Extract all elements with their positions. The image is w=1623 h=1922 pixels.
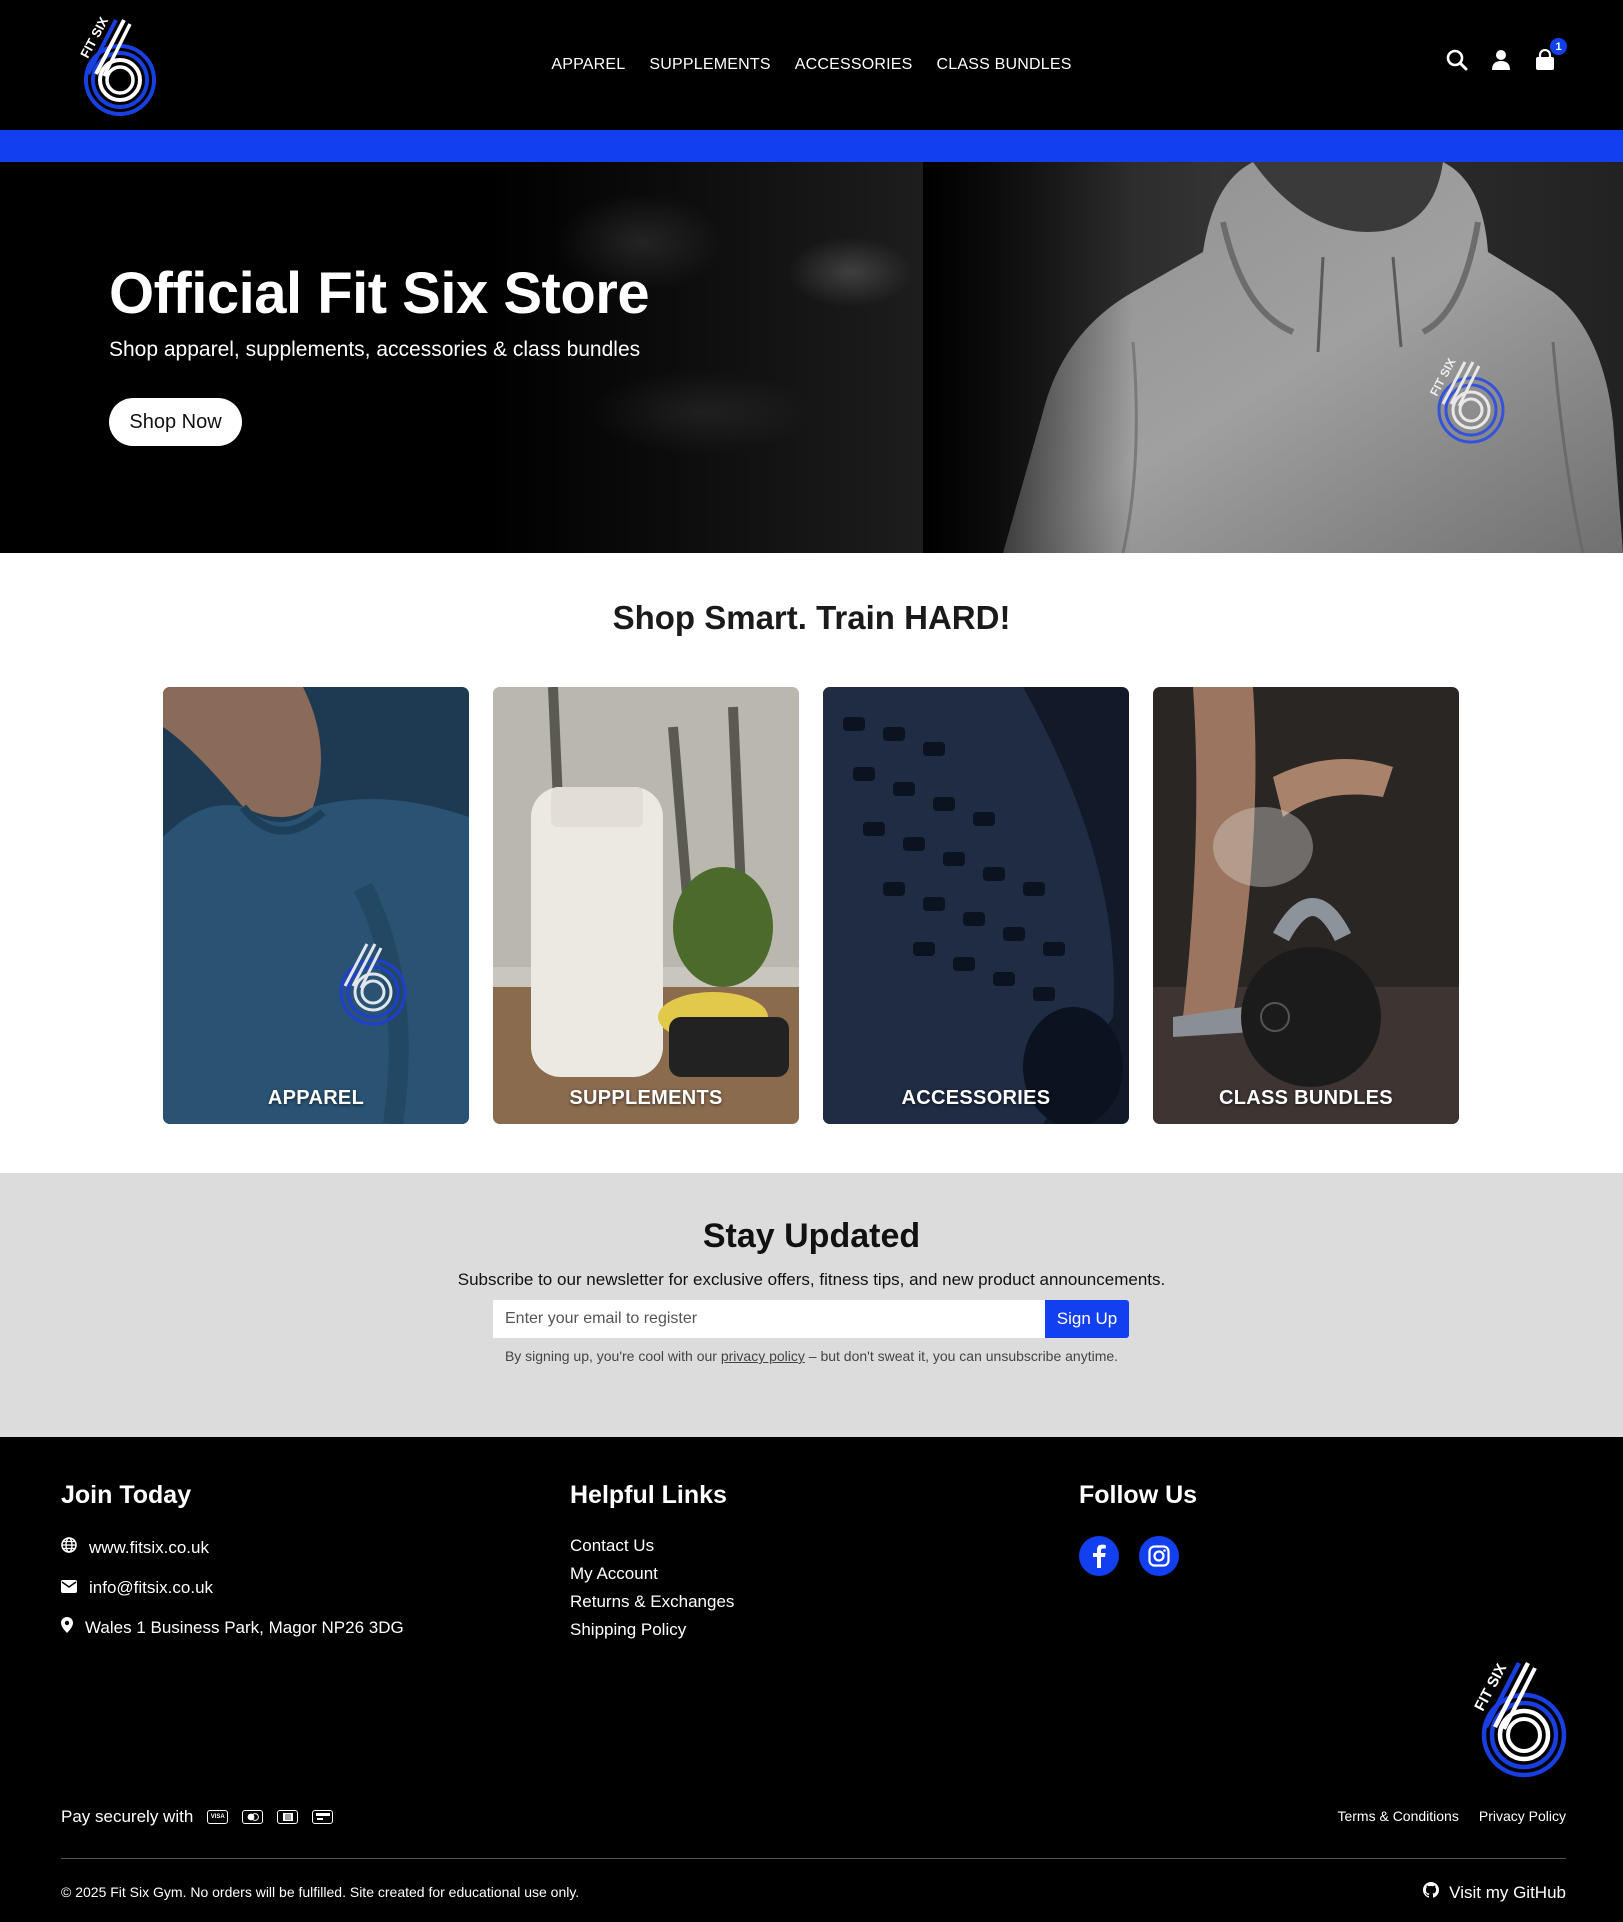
cart-icon[interactable]: 1 <box>1533 38 1567 72</box>
note-text: By signing up, you're cool with our <box>504 1348 721 1364</box>
category-card-apparel[interactable]: APPAREL <box>163 687 469 1124</box>
facebook-icon[interactable] <box>1079 1536 1119 1576</box>
instagram-icon[interactable] <box>1139 1536 1179 1576</box>
github-link[interactable]: Visit my GitHub <box>1423 1882 1566 1903</box>
copyright-text: © 2025 Fit Six Gym. No orders will be fu… <box>61 1884 580 1900</box>
link-my-account[interactable]: My Account <box>570 1564 734 1586</box>
site-header: FIT SIX APPAREL SUPPLEMENTS ACCESSORIES … <box>0 0 1623 130</box>
user-icon[interactable] <box>1489 48 1513 72</box>
newsletter-title: Stay Updated <box>702 1217 921 1255</box>
footer-divider <box>61 1858 1566 1859</box>
main-nav: APPAREL SUPPLEMENTS ACCESSORIES CLASS BU… <box>0 0 1623 130</box>
hero-title: Official Fit Six Store <box>109 261 650 326</box>
apparel-image <box>163 687 469 1124</box>
shop-now-button[interactable]: Shop Now <box>109 398 242 446</box>
footer-logo[interactable]: FIT SIX <box>1469 1659 1569 1779</box>
link-shipping-policy[interactable]: Shipping Policy <box>570 1620 734 1642</box>
category-label: SUPPLEMENTS <box>569 1087 723 1109</box>
address-text: Wales 1 Business Park, Magor NP26 3DG <box>85 1617 404 1637</box>
map-pin-icon <box>61 1617 73 1638</box>
nav-class-bundles[interactable]: CLASS BUNDLES <box>937 56 1072 74</box>
email-text: info@fitsix.co.uk <box>89 1577 214 1597</box>
supplements-image <box>493 687 799 1124</box>
category-cards: APPAREL SUPPLEMENTS ACCESSORIES CLASS BU… <box>163 687 1459 1124</box>
github-icon <box>1423 1882 1440 1903</box>
nav-accessories[interactable]: ACCESSORIES <box>795 56 913 74</box>
email-row[interactable]: info@fitsix.co.uk <box>61 1576 404 1599</box>
payment-methods: Pay securely with VISA <box>61 1807 334 1827</box>
social-links <box>1079 1536 1197 1576</box>
site-footer: Join Today www.fitsix.co.uk info@fitsix.… <box>0 1437 1623 1922</box>
class-bundles-image <box>1153 687 1459 1124</box>
email-input[interactable] <box>493 1300 1045 1338</box>
card-icon <box>312 1810 334 1824</box>
visa-icon: VISA <box>207 1810 229 1824</box>
website-row[interactable]: www.fitsix.co.uk <box>61 1536 404 1559</box>
envelope-icon <box>61 1578 77 1598</box>
header-actions: 1 <box>1445 38 1567 72</box>
newsletter-form: Sign Up <box>493 1300 1129 1338</box>
category-card-supplements[interactable]: SUPPLEMENTS <box>493 687 799 1124</box>
terms-link[interactable]: Terms & Conditions <box>1337 1808 1458 1824</box>
accessories-image <box>823 687 1129 1124</box>
hoodie-image: FIT SIX <box>923 162 1623 553</box>
note-text-end: – but don't sweat it, you can unsubscrib… <box>804 1348 1119 1364</box>
link-contact-us[interactable]: Contact Us <box>570 1536 734 1558</box>
amex-icon <box>277 1810 299 1824</box>
website-text: www.fitsix.co.uk <box>89 1537 209 1557</box>
hero-subtitle: Shop apparel, supplements, accessories &… <box>109 338 641 361</box>
newsletter-note: By signing up, you're cool with our priv… <box>490 1346 1133 1367</box>
github-text: Visit my GitHub <box>1449 1882 1566 1902</box>
address-row: Wales 1 Business Park, Magor NP26 3DG <box>61 1616 404 1639</box>
newsletter-section: Stay Updated Subscribe to our newsletter… <box>0 1173 1623 1437</box>
footer-follow-column: Follow Us <box>1079 1481 1197 1576</box>
category-label: APPAREL <box>267 1087 365 1109</box>
newsletter-description: Subscribe to our newsletter for exclusiv… <box>457 1270 1166 1289</box>
follow-title: Follow Us <box>1079 1481 1198 1509</box>
link-returns-exchanges[interactable]: Returns & Exchanges <box>570 1592 734 1614</box>
privacy-policy-link[interactable]: privacy policy <box>721 1348 805 1364</box>
hero-banner: FIT SIX Official Fit Six Store Shop appa… <box>0 162 1623 553</box>
join-title: Join Today <box>61 1481 192 1509</box>
globe-icon <box>61 1537 77 1558</box>
pay-label: Pay securely with <box>61 1807 194 1826</box>
legal-links: Terms & Conditions Privacy Policy <box>1337 1808 1566 1824</box>
helpful-links-title: Helpful Links <box>570 1481 727 1509</box>
accent-bar <box>0 130 1623 162</box>
nav-supplements[interactable]: SUPPLEMENTS <box>649 56 770 74</box>
footer-join-column: Join Today www.fitsix.co.uk info@fitsix.… <box>61 1481 404 1656</box>
nav-apparel[interactable]: APPAREL <box>551 56 625 74</box>
category-label: CLASS BUNDLES <box>1219 1087 1393 1109</box>
cart-count-badge: 1 <box>1550 38 1567 55</box>
mastercard-icon <box>242 1810 264 1824</box>
search-icon[interactable] <box>1445 48 1469 72</box>
sign-up-button[interactable]: Sign Up <box>1045 1300 1129 1338</box>
category-card-class-bundles[interactable]: CLASS BUNDLES <box>1153 687 1459 1124</box>
categories-title: Shop Smart. Train HARD! <box>612 599 1011 636</box>
footer-links-column: Helpful Links Contact Us My Account Retu… <box>570 1481 734 1648</box>
category-card-accessories[interactable]: ACCESSORIES <box>823 687 1129 1124</box>
category-label: ACCESSORIES <box>901 1087 1051 1109</box>
privacy-link[interactable]: Privacy Policy <box>1479 1808 1566 1824</box>
